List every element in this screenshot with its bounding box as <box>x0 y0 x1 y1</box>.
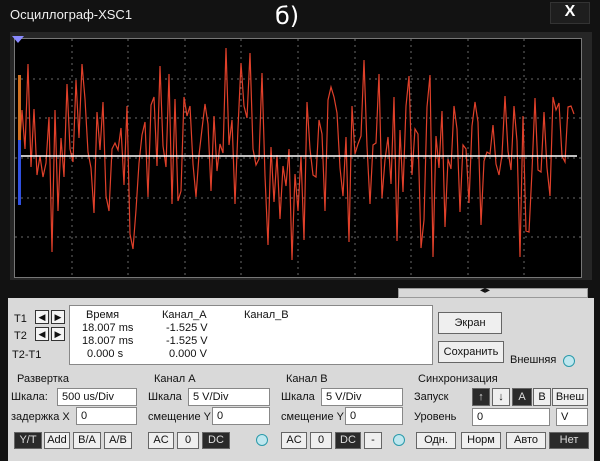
close-button[interactable]: X <box>550 2 590 24</box>
trigger-source-b-button[interactable]: B <box>533 388 551 406</box>
t1-time-value: 18.007 ms <box>82 322 134 334</box>
trigger-single-button[interactable]: Одн. <box>416 432 456 449</box>
time-header: Время <box>86 309 120 321</box>
channel-a-scale-label: Шкала <box>148 391 182 403</box>
trigger-level-label: Уровень <box>414 411 457 423</box>
channel-b-minus-button[interactable]: - <box>364 432 382 449</box>
trigger-start-label: Запуск <box>414 391 449 403</box>
trigger-level-field[interactable]: 0 <box>472 408 550 426</box>
channel-a-dc-button[interactable]: DC <box>202 432 230 449</box>
trigger-source-a-button[interactable]: A <box>512 388 532 406</box>
channel-b-dc-button[interactable]: DC <box>335 432 361 449</box>
mode-ab-button[interactable]: A/B <box>104 432 132 449</box>
channel-b-offset-field[interactable]: 0 <box>345 407 403 425</box>
rising-edge-button[interactable]: ↑ <box>472 388 490 406</box>
t2-time-value: 18.007 ms <box>82 335 134 347</box>
channel-a-header: Канал_A <box>162 309 207 321</box>
screen-button[interactable]: Экран <box>438 312 502 334</box>
channel-a-offset-field[interactable]: 0 <box>212 407 270 425</box>
channel-a-trace <box>18 47 575 261</box>
mode-yt-button[interactable]: Y/T <box>14 432 42 449</box>
save-button[interactable]: Сохранить <box>438 341 504 363</box>
t2-a-value: -1.525 V <box>166 335 208 347</box>
channel-a-scale-field[interactable]: 5 V/Div <box>188 388 270 406</box>
scope-screen <box>14 38 582 278</box>
t1-left-button[interactable]: ◀ <box>35 310 49 324</box>
channel-a-zero-button[interactable]: 0 <box>177 432 199 449</box>
external-radio[interactable] <box>563 355 575 367</box>
t2-right-button[interactable]: ▶ <box>51 327 65 341</box>
trigger-none-button[interactable]: Нет <box>549 432 589 449</box>
t2t1-time-value: 0.000 s <box>87 348 124 360</box>
channel-b-scale-label: Шкала <box>281 391 315 403</box>
channel-a-title: Канал А <box>154 373 196 385</box>
channel-a-ac-button[interactable]: AC <box>148 432 174 449</box>
channel-a-offset-label: смещение Y <box>148 411 211 423</box>
trigger-title: Синхронизация <box>418 373 498 385</box>
timebase-title: Развертка <box>17 373 69 385</box>
t2t1-label: T2-T1 <box>12 349 42 361</box>
channel-b-ac-button[interactable]: AC <box>281 432 307 449</box>
time-scrollbar[interactable] <box>398 288 588 298</box>
delay-x-field[interactable]: 0 <box>76 407 137 425</box>
trigger-external-button[interactable]: Внеш <box>552 388 588 406</box>
t1-a-value: -1.525 V <box>166 322 208 334</box>
channel-b-position-marker[interactable] <box>18 140 21 205</box>
channel-a-position-marker[interactable] <box>18 75 21 150</box>
cursor-t1-marker[interactable] <box>12 36 24 43</box>
channel-a-radio[interactable] <box>256 434 268 446</box>
scroll-arrows-icon[interactable]: ◂▸ <box>480 285 490 296</box>
waveform-display <box>15 39 581 277</box>
external-label: Внешняя <box>510 354 557 366</box>
channel-b-zero-button[interactable]: 0 <box>310 432 332 449</box>
trigger-normal-button[interactable]: Норм <box>461 432 501 449</box>
figure-label: б) <box>275 2 300 30</box>
timebase-scale-label: Шкала: <box>11 391 48 403</box>
title-bar: Осциллограф-XSC1 б) X <box>0 0 600 30</box>
channel-b-scale-field[interactable]: 5 V/Div <box>321 388 403 406</box>
channel-b-radio[interactable] <box>393 434 405 446</box>
channel-b-title: Канал В <box>286 373 328 385</box>
channel-b-offset-label: смещение Y <box>281 411 344 423</box>
mode-ba-button[interactable]: B/A <box>73 432 101 449</box>
delay-x-label: задержка X <box>11 411 70 423</box>
trigger-auto-button[interactable]: Авто <box>506 432 546 449</box>
t2-left-button[interactable]: ◀ <box>35 327 49 341</box>
t1-label: T1 <box>14 313 27 325</box>
trigger-level-unit[interactable]: V <box>556 408 588 426</box>
t1-right-button[interactable]: ▶ <box>51 310 65 324</box>
cursor-readout: Время Канал_A Канал_B 18.007 ms -1.525 V… <box>69 305 433 365</box>
t2t1-a-value: 0.000 V <box>169 348 207 360</box>
t2-label: T2 <box>14 330 27 342</box>
mode-add-button[interactable]: Add <box>44 432 70 449</box>
channel-b-header: Канал_B <box>244 309 289 321</box>
timebase-scale-field[interactable]: 500 us/Div <box>57 388 137 406</box>
falling-edge-button[interactable]: ↓ <box>492 388 510 406</box>
window-title: Осциллограф-XSC1 <box>10 7 133 22</box>
